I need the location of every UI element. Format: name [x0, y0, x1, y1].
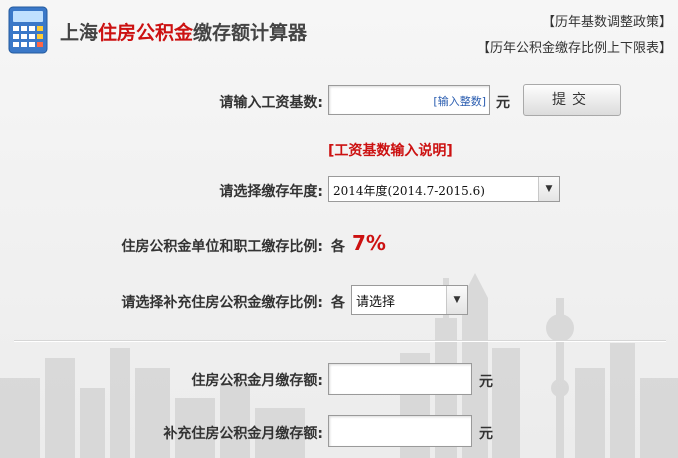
salary-unit: 元 — [496, 95, 510, 111]
supp-ratio-select[interactable]: 请选择 ▼ — [351, 285, 468, 315]
ratio-value: 7% — [352, 231, 386, 255]
monthly-amount-field[interactable] — [328, 363, 472, 395]
salary-base-input[interactable]: [输入整数] — [328, 85, 490, 115]
title-suffix: 缴存额计算器 — [193, 22, 308, 44]
salary-base-label: 请输入工资基数: — [219, 95, 323, 111]
salary-help-link[interactable]: [工资基数输入说明] — [328, 140, 453, 160]
supp-ratio-label: 请选择补充住房公积金缴存比例: — [121, 295, 323, 311]
base-adjustment-policy-link[interactable]: 【历年基数调整政策】 — [542, 11, 672, 30]
monthly-amount-label: 住房公积金月缴存额: — [191, 373, 323, 389]
title-highlight: 住房公积金 — [98, 22, 194, 44]
title-prefix: 上海 — [60, 22, 99, 44]
submit-button[interactable]: 提交 — [523, 84, 621, 116]
contribution-limits-table-link[interactable]: 【历年公积金缴存比例上下限表】 — [477, 37, 672, 56]
ratio-prefix: 各 — [331, 239, 345, 255]
supp-monthly-amount-label: 补充住房公积金月缴存额: — [163, 426, 323, 442]
supp-monthly-unit: 元 — [479, 426, 493, 442]
year-selected-value: 2014年度(2014.7-2015.6) — [333, 184, 485, 198]
chevron-down-icon: ▼ — [446, 286, 467, 314]
monthly-unit: 元 — [479, 374, 493, 390]
year-label: 请选择缴存年度: — [219, 184, 323, 200]
year-select[interactable]: 2014年度(2014.7-2015.6) ▼ — [328, 176, 560, 202]
ratio-label: 住房公积金单位和职工缴存比例: — [121, 239, 323, 255]
salary-base-hint: [输入整数] — [433, 95, 486, 108]
page-title: 上海住房公积金缴存额计算器 — [60, 18, 307, 45]
header: 上海住房公积金缴存额计算器 【历年基数调整政策】 【历年公积金缴存比例上下限表】 — [0, 0, 678, 60]
supp-monthly-amount-field[interactable] — [328, 415, 472, 447]
supp-ratio-selected-value: 请选择 — [356, 295, 396, 310]
supp-ratio-prefix: 各 — [331, 295, 345, 311]
calculator-icon — [8, 6, 48, 54]
divider — [14, 340, 666, 342]
chevron-down-icon: ▼ — [538, 177, 559, 201]
